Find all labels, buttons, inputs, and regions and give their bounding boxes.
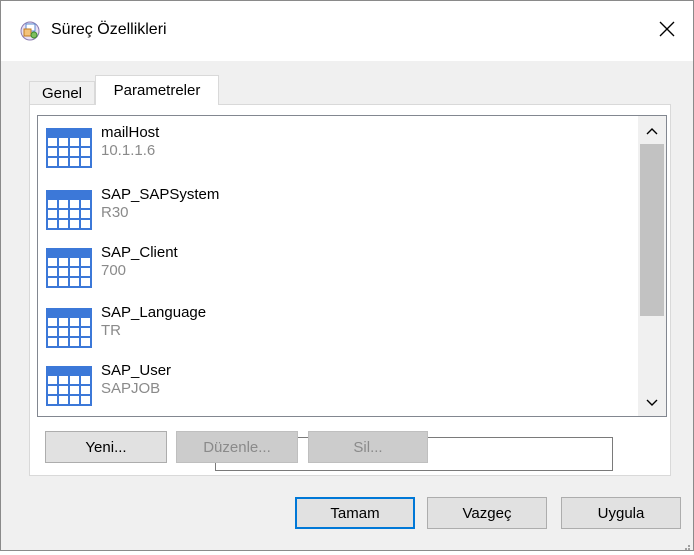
parameter-value: R30: [101, 204, 129, 221]
vertical-scrollbar[interactable]: [638, 116, 666, 416]
list-item[interactable]: SAP_User SAPJOB: [44, 362, 604, 416]
parameter-value: TR: [101, 322, 121, 339]
chevron-up-icon: [646, 122, 658, 139]
scroll-down-button[interactable]: [638, 388, 666, 416]
table-icon: [46, 308, 92, 348]
title-bar: Süreç Özellikleri: [1, 1, 693, 61]
apply-button[interactable]: Uygula: [561, 497, 681, 529]
parameter-value: 700: [101, 262, 127, 279]
new-button[interactable]: Yeni...: [45, 431, 167, 463]
parameter-name: SAP_Language: [101, 304, 207, 321]
window-title: Süreç Özellikleri: [51, 21, 167, 38]
parameter-value: 10.1.1.6: [101, 142, 156, 159]
tab-parametreler[interactable]: Parametreler: [95, 75, 219, 105]
chevron-down-icon: [646, 394, 658, 411]
table-icon: [46, 190, 92, 230]
edit-button[interactable]: Düzenle...: [176, 431, 298, 463]
list-item[interactable]: SAP_SAPSystem R30: [44, 186, 604, 246]
cancel-button[interactable]: Vazgeç: [427, 497, 547, 529]
parameter-name: mailHost: [101, 124, 160, 141]
delete-button[interactable]: Sil...: [308, 431, 428, 463]
resize-grip-icon[interactable]: [681, 538, 691, 550]
list-item[interactable]: SAP_Client 700: [44, 244, 604, 304]
tab-genel-label: Genel: [41, 85, 83, 102]
parameter-name: SAP_Client: [101, 244, 178, 261]
tab-parametreler-label: Parametreler: [113, 82, 201, 99]
tab-genel[interactable]: Genel: [29, 81, 95, 105]
dialog-window: Süreç Özellikleri Genel Parametreler mai…: [0, 0, 694, 551]
process-properties-icon: [19, 20, 41, 42]
list-item[interactable]: SAP_Language TR: [44, 304, 604, 364]
table-icon: [46, 248, 92, 288]
parameter-name: SAP_SAPSystem: [101, 186, 220, 203]
scroll-up-button[interactable]: [638, 116, 666, 144]
parameter-name: SAP_User: [101, 362, 172, 379]
list-item[interactable]: mailHost 10.1.1.6: [44, 124, 604, 184]
ok-button[interactable]: Tamam: [295, 497, 415, 529]
parameter-list[interactable]: mailHost 10.1.1.6 SAP_SAPSystem R30 SAP_…: [37, 115, 667, 417]
table-icon: [46, 366, 92, 406]
close-icon: [658, 20, 676, 42]
close-button[interactable]: [647, 11, 687, 51]
table-icon: [46, 128, 92, 168]
parameter-value: SAPJOB: [101, 380, 161, 397]
scroll-thumb[interactable]: [640, 144, 664, 316]
